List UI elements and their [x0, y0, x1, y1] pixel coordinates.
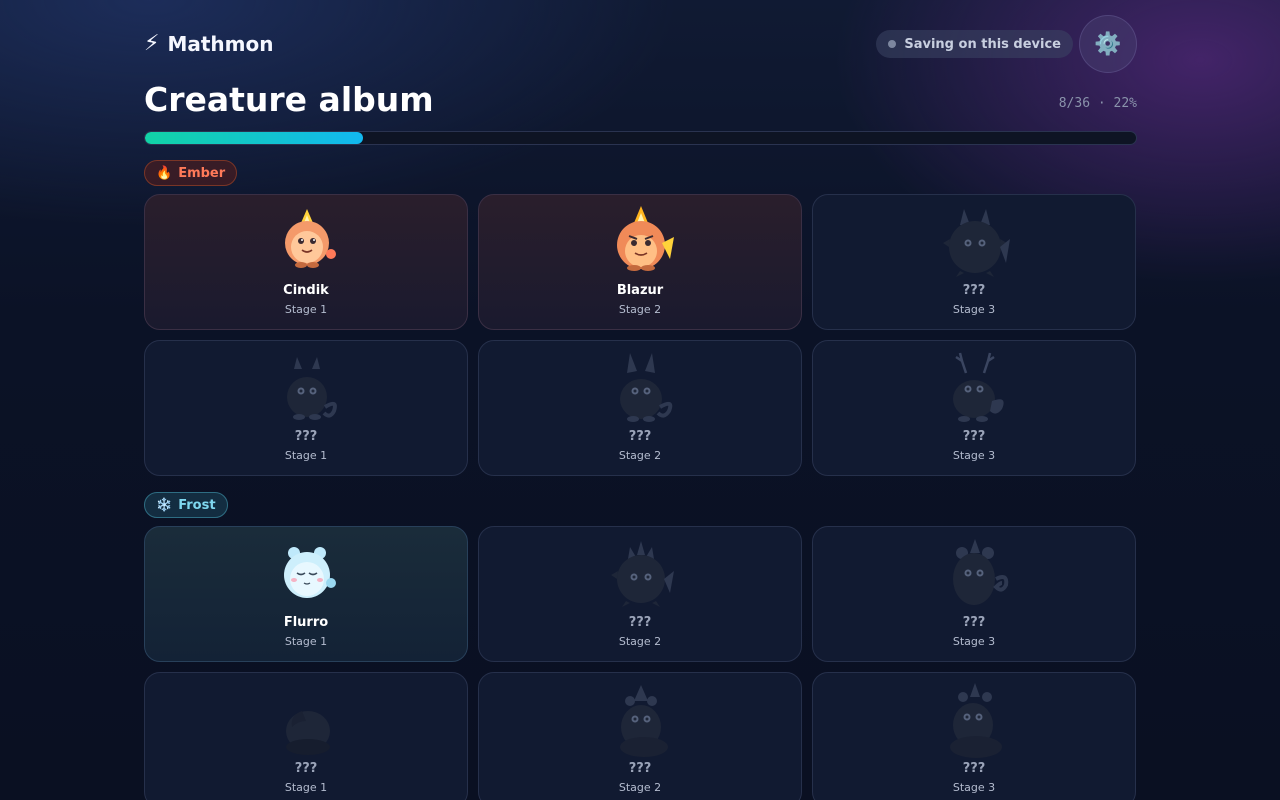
album-page: ⚡ Mathmon Saving on this device ⚙️ Creat…	[144, 0, 1137, 800]
creature-stage: Stage 3	[952, 303, 996, 316]
section-label: Frost	[178, 497, 216, 513]
top-bar: ⚡ Mathmon Saving on this device ⚙️	[144, 0, 1137, 88]
collection-progress-bar	[144, 131, 1137, 145]
creature-name: ???	[628, 429, 652, 444]
fire-icon: 🔥	[156, 165, 173, 181]
locked-creature-silhouette-icon	[953, 352, 1004, 422]
creature-card[interactable]: Flurro Stage 1	[144, 526, 468, 662]
creature-card-locked[interactable]: ??? Stage 3	[812, 194, 1136, 330]
creature-stage: Stage 2	[618, 449, 662, 462]
locked-creature-silhouette-icon	[950, 683, 1002, 758]
creature-card-locked[interactable]: ??? Stage 3	[812, 526, 1136, 662]
creature-stage: Stage 2	[618, 635, 662, 648]
creature-name: ???	[962, 761, 986, 776]
locked-creature-silhouette-icon	[287, 357, 337, 420]
gear-icon: ⚙️	[1094, 31, 1122, 57]
brand[interactable]: ⚡ Mathmon	[144, 31, 274, 57]
creature-stage: Stage 2	[618, 781, 662, 794]
creature-stage: Stage 1	[284, 635, 328, 648]
ember-creature-grid: Cindik Stage 1 Blazur Stage 2 ??? Stage …	[144, 194, 1137, 476]
flurro-creature-icon	[284, 547, 336, 598]
creature-card-locked[interactable]: ??? Stage 2	[478, 526, 802, 662]
creature-card-locked[interactable]: ??? Stage 2	[478, 672, 802, 800]
creature-name: ???	[962, 615, 986, 630]
creature-name: ???	[628, 615, 652, 630]
creature-name: ???	[294, 429, 318, 444]
creature-card-locked[interactable]: ??? Stage 1	[144, 340, 468, 476]
creature-name: Blazur	[616, 283, 664, 298]
blazur-creature-icon	[617, 206, 674, 271]
locked-creature-silhouette-icon	[620, 353, 673, 422]
creature-card[interactable]: Cindik Stage 1	[144, 194, 468, 330]
app-title: Mathmon	[167, 32, 274, 56]
creature-name: ???	[962, 283, 986, 298]
frost-creature-grid: Flurro Stage 1 ??? Stage 2 ??? Stage 3 ?…	[144, 526, 1137, 800]
section-badge-frost: ❄️ Frost	[144, 492, 228, 518]
settings-button[interactable]: ⚙️	[1079, 15, 1137, 73]
creature-name: ???	[628, 761, 652, 776]
locked-creature-silhouette-icon	[620, 685, 668, 757]
title-row: Creature album 8/36 · 22%	[144, 80, 1137, 132]
creature-name: Flurro	[283, 615, 329, 630]
creature-stage: Stage 2	[618, 303, 662, 316]
save-status-text: Saving on this device	[904, 36, 1061, 52]
creature-stage: Stage 3	[952, 635, 996, 648]
creature-stage: Stage 1	[284, 449, 328, 462]
creature-card-locked[interactable]: ??? Stage 2	[478, 340, 802, 476]
creature-stage: Stage 3	[952, 449, 996, 462]
creature-card-locked[interactable]: ??? Stage 1	[144, 672, 468, 800]
page-title: Creature album	[144, 80, 434, 119]
lightning-icon: ⚡	[144, 31, 160, 56]
creature-card-locked[interactable]: ??? Stage 3	[812, 340, 1136, 476]
status-dot	[888, 40, 897, 48]
creature-stage: Stage 1	[284, 781, 328, 794]
creature-card-locked[interactable]: ??? Stage 3	[812, 672, 1136, 800]
section-label: Ember	[178, 165, 226, 181]
locked-creature-silhouette-icon	[953, 539, 1009, 605]
save-status-badge: Saving on this device	[876, 30, 1073, 58]
snowflake-icon: ❄️	[156, 497, 173, 513]
collection-progress-text: 8/36 · 22%	[1058, 96, 1137, 111]
creature-name: ???	[294, 761, 318, 776]
creature-stage: Stage 3	[952, 781, 996, 794]
creature-name: Cindik	[283, 283, 329, 298]
locked-creature-silhouette-icon	[943, 209, 1010, 277]
section-badge-ember: 🔥 Ember	[144, 160, 238, 186]
progress-fill	[145, 132, 364, 144]
creature-stage: Stage 1	[284, 303, 328, 316]
locked-creature-silhouette-icon	[611, 541, 674, 607]
locked-creature-silhouette-icon	[286, 711, 330, 755]
cindik-creature-icon	[285, 209, 336, 268]
creature-card[interactable]: Blazur Stage 2	[478, 194, 802, 330]
creature-name: ???	[962, 429, 986, 444]
